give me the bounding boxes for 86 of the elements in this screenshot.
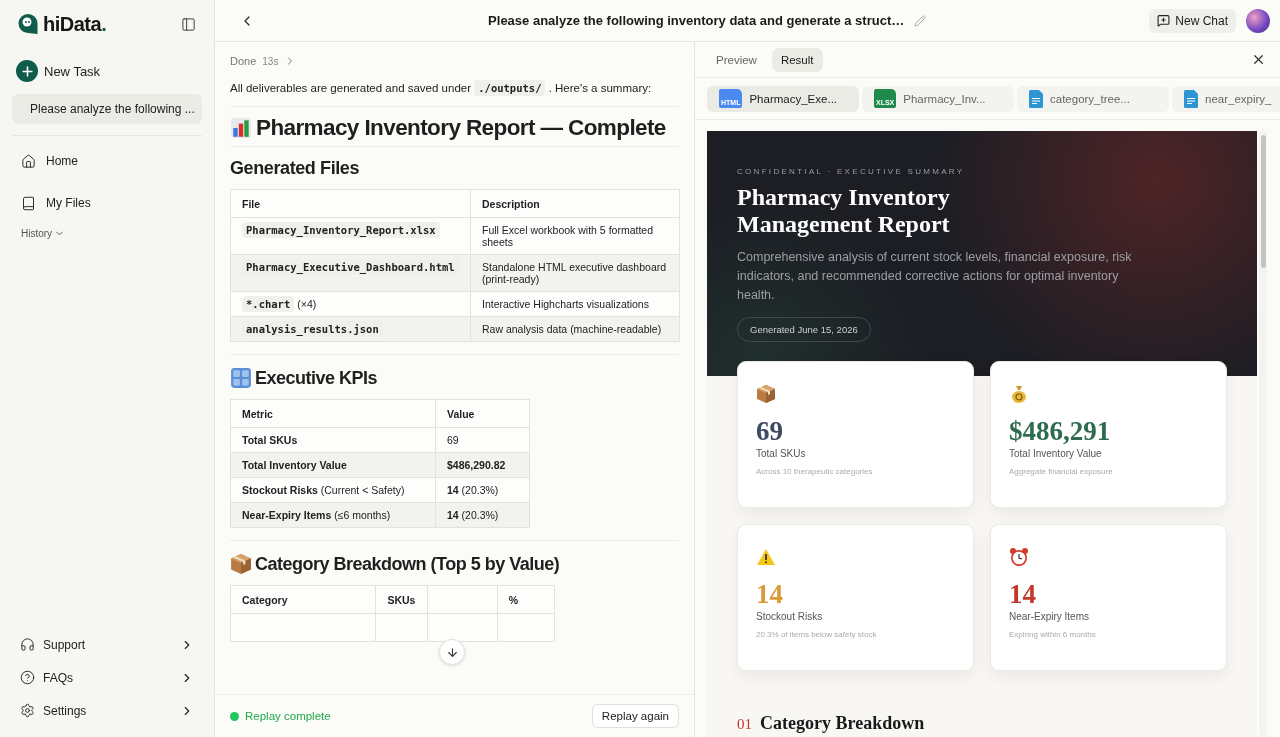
table-cell: 14 (20.3%) (435, 502, 530, 528)
logo-icon (17, 13, 39, 35)
tab[interactable]: Result (771, 47, 823, 72)
new-chat-button[interactable]: New Chat (1149, 8, 1236, 33)
new-task-button[interactable]: New Task (16, 60, 202, 82)
kpi-note: Expiring within 6 months (1009, 630, 1097, 639)
table-cell: Interactive Highcharts visualizations (470, 291, 680, 317)
section-heading: Generated Files (230, 158, 361, 179)
chat-plus-icon (1157, 14, 1171, 27)
table-cell: 69 (435, 427, 530, 453)
section-title: Category Breakdown (760, 713, 925, 734)
column-header: Value (435, 399, 530, 428)
bar-chart-icon (230, 117, 252, 139)
column-header: % (497, 585, 555, 614)
kpi-label: Total SKUs (756, 448, 807, 459)
kpi-value: 14 (756, 579, 784, 609)
section-heading: Category Breakdown (Top 5 by Value) (255, 553, 560, 575)
table-cell: Full Excel workbook with 5 formatted sheets (470, 217, 680, 255)
plus-icon (16, 60, 38, 82)
kpi-note: Across 10 therapeutic categories (756, 467, 874, 476)
table-cell: Near-Expiry Items (≤6 months) (230, 502, 436, 528)
report-summary: Comprehensive analysis of current stock levels, financial exposure, risk indicators, and recommended corrective actions for optimal inventory health. (737, 249, 1133, 304)
money-bag-icon (1009, 384, 1029, 404)
arrow-down-icon (445, 645, 459, 659)
table-cell: Standalone HTML executive dashboard (print-ready) (470, 254, 680, 292)
table-cell: Total SKUs (230, 427, 436, 453)
number-keypad-icon (230, 367, 252, 389)
kpi-value: $486,291 (1009, 416, 1112, 446)
column-header: SKUs (375, 585, 428, 614)
section-heading: Executive KPIs (255, 367, 378, 389)
kpi-note: Aggregate financial exposure (1009, 467, 1114, 476)
chat-title: Please analyze the following inventory data and generate a struct… (488, 13, 905, 28)
table-cell: Total Inventory Value (230, 452, 436, 478)
help-icon (20, 670, 35, 685)
avatar[interactable] (1246, 8, 1270, 33)
document-file-icon (1029, 89, 1043, 108)
logo-text: hiData. (43, 12, 107, 36)
menu-item[interactable]: FAQs (12, 661, 202, 694)
kpi-value: 14 (1009, 579, 1037, 609)
document-file-icon (1184, 89, 1198, 108)
close-button[interactable] (1251, 52, 1266, 67)
box-icon (230, 553, 252, 575)
tab[interactable]: Preview (707, 47, 766, 72)
headset-icon (20, 637, 35, 652)
column-header: Category (230, 585, 376, 614)
file-tab[interactable]: category_tree... (1017, 85, 1169, 112)
table-cell: *.chart (×4) (230, 291, 471, 317)
done-toggle[interactable]: Done 13s (230, 55, 297, 67)
table-cell: Pharmacy_Executive_Dashboard.html (230, 254, 471, 292)
book-icon (21, 195, 36, 211)
kpi-label: Stockout Risks (756, 611, 824, 622)
table-cell: 14 (20.3%) (435, 477, 530, 503)
scrollbar-thumb[interactable] (1260, 135, 1266, 268)
replay-status: Replay complete (230, 710, 331, 722)
alarm-clock-icon (1009, 547, 1029, 567)
column-header: File (230, 189, 471, 218)
kpi-value: 69 (756, 416, 784, 446)
report-title: Pharmacy Inventory Management Report (737, 184, 951, 238)
table-cell: Stockout Risks (Current < Safety) (230, 477, 436, 503)
column-header: Description (470, 189, 680, 218)
menu-item[interactable]: Support (12, 628, 202, 661)
scroll-down-button[interactable] (439, 639, 465, 665)
nav-item[interactable]: Home (12, 140, 202, 182)
table-cell: Raw analysis data (machine-readable) (470, 316, 680, 342)
warning-icon (756, 547, 776, 567)
sidebar-toggle-button[interactable] (181, 16, 196, 32)
report-heading: Pharmacy Inventory Report — Complete (256, 115, 666, 141)
column-header: Metric (230, 399, 436, 428)
table-cell: $486,290.82 (435, 452, 530, 478)
replay-button[interactable]: Replay again (591, 704, 679, 728)
menu-item[interactable]: Settings (12, 694, 202, 727)
table-cell: Pharmacy_Inventory_Report.xlsx (230, 217, 471, 255)
task-item[interactable]: Please analyze the following ... (12, 94, 202, 124)
kpi-label: Total Inventory Value (1009, 448, 1103, 459)
kpi-label: Near-Expiry Items (1009, 611, 1090, 622)
file-tab[interactable]: near_expiry_ (1172, 85, 1280, 112)
section-number: 01 (737, 716, 752, 733)
nav-item[interactable]: My Files (12, 182, 202, 224)
box-icon (756, 384, 776, 404)
summary-text: All deliverables are generated and saved under ./outputs/ . Here's a summary: (230, 82, 679, 107)
report-eyebrow: CONFIDENTIAL · EXECUTIVE SUMMARY (737, 167, 966, 176)
kpi-note: 20.3% of items below safety stock (756, 630, 878, 639)
home-icon (21, 153, 36, 169)
settings-icon (20, 703, 35, 718)
table-cell: analysis_results.json (230, 316, 471, 342)
history-toggle[interactable]: History (12, 228, 202, 239)
